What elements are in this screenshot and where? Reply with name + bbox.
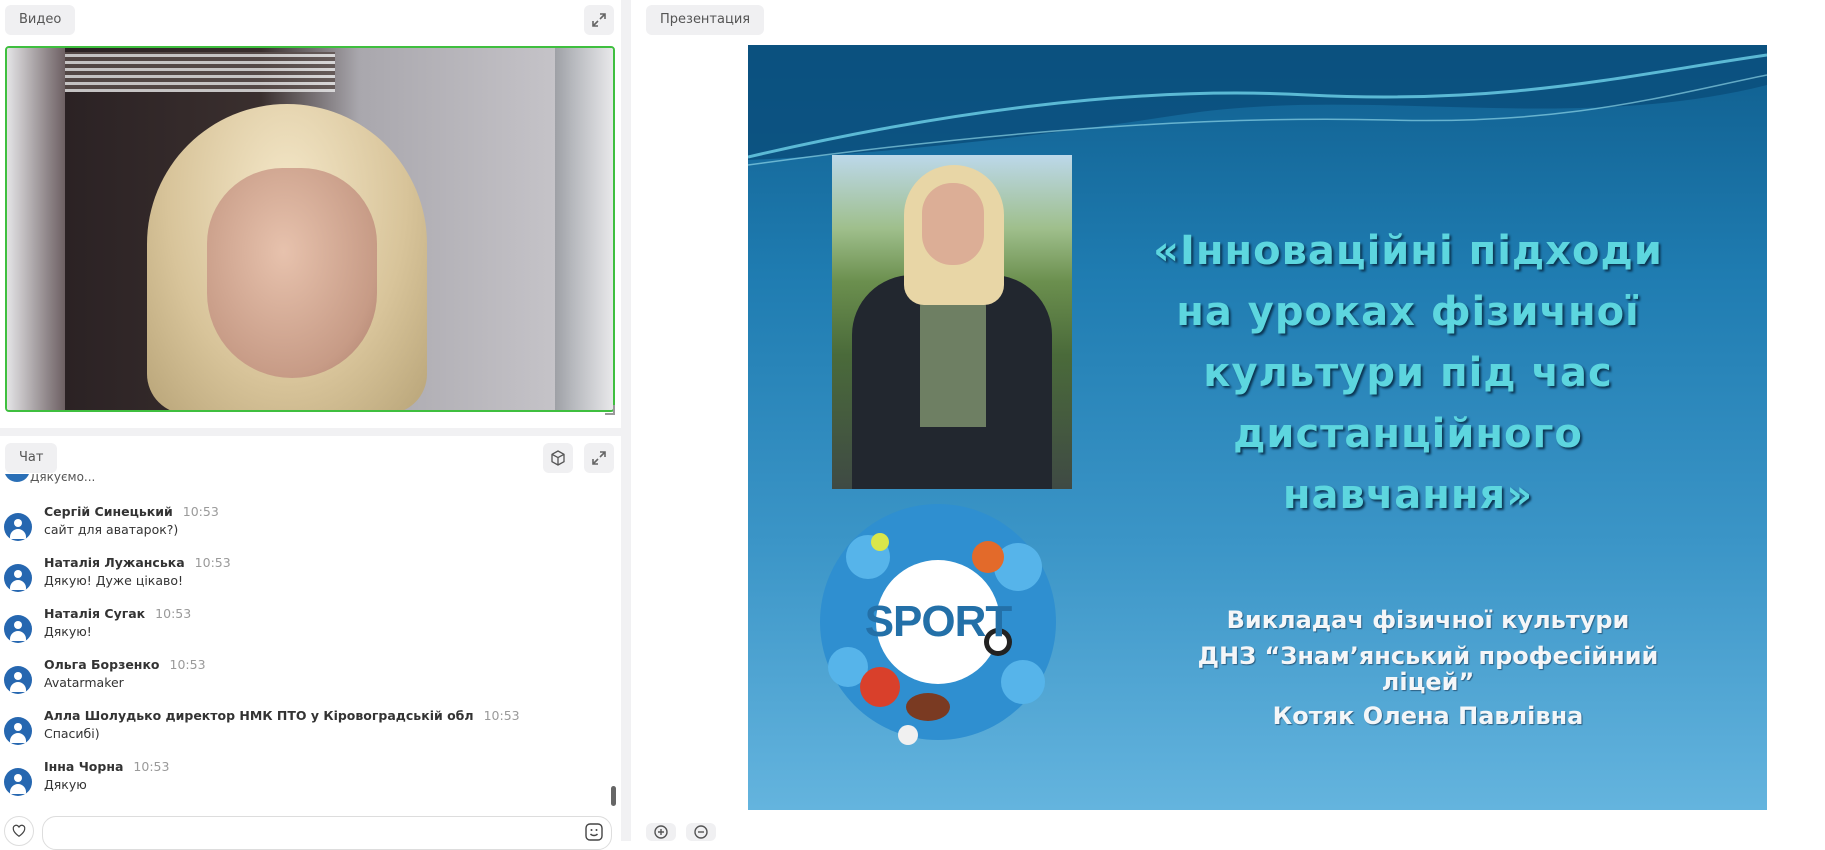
chat-message: Наталія Сугак 10:53 Дякую! (0, 603, 610, 647)
chat-message: Сергій Синецький 10:53 сайт для аватарок?… (0, 501, 610, 545)
avatar (4, 474, 30, 482)
chat-message-list[interactable]: Дякуємо... Сергій Синецький 10:53 сайт дл… (0, 474, 610, 801)
panel-divider[interactable] (0, 428, 621, 436)
chat-tab-label: Чат (19, 450, 44, 465)
chat-message: Наталія Лужанська 10:53 Дякую! Дуже цікав… (0, 552, 610, 596)
chat-cube-button[interactable] (543, 443, 573, 473)
zoom-out-icon (694, 825, 708, 839)
avatar (4, 768, 32, 796)
chat-input[interactable] (42, 816, 612, 850)
presentation-slide: SPORT «Інноваційні підходи на уроках фіз… (748, 45, 1767, 810)
presentation-tab-label: Презентация (660, 12, 751, 27)
slide-title-line: навчання» (1282, 472, 1534, 518)
video-shelf (65, 52, 335, 92)
video-resize-handle[interactable] (605, 405, 615, 415)
chat-text: Спасибі) (44, 726, 100, 741)
expand-icon (592, 451, 606, 465)
presentation-tab[interactable]: Презентация (646, 5, 765, 35)
video-blur-right (555, 48, 613, 410)
video-expand-button[interactable] (584, 5, 614, 35)
left-column: Видео Чат Дякуємо... Сергій Синецький 10:… (0, 0, 621, 850)
zoom-out-button[interactable] (686, 823, 716, 841)
zoom-in-icon (654, 825, 668, 839)
chat-expand-button[interactable] (584, 443, 614, 473)
slide-subtitle-line: ліцей” (1381, 668, 1475, 696)
avatar (4, 564, 32, 592)
cube-icon (551, 450, 565, 466)
chat-author: Наталія Лужанська 10:53 (44, 555, 231, 570)
chat-text: сайт для аватарок?) (44, 522, 179, 537)
chat-time: 10:53 (133, 759, 170, 774)
slide-subtitle-line: Котяк Олена Павлівна (1272, 702, 1584, 730)
chat-text: Avatarmaker (44, 675, 124, 690)
column-divider[interactable] (621, 0, 631, 841)
zoom-in-button[interactable] (646, 823, 676, 841)
chat-message: Ольга Борзенко 10:53 Avatarmaker (0, 654, 610, 698)
chat-time: 10:53 (182, 504, 219, 519)
chat-time: 10:53 (155, 606, 192, 621)
like-button[interactable] (4, 816, 34, 846)
video-tab[interactable]: Видео (5, 5, 76, 35)
avatar (4, 615, 32, 643)
chat-message: Алла Шолудько директор НМК ПТО у Кіровог… (0, 705, 610, 749)
video-blur-left (7, 48, 65, 410)
chat-author: Інна Чорна 10:53 (44, 759, 170, 774)
chat-scrollbar[interactable] (611, 786, 616, 806)
chat-tab[interactable]: Чат (5, 443, 58, 473)
video-person-face (207, 168, 377, 378)
chat-text: Дякую! Дуже цікаво! (44, 573, 184, 588)
chat-message: Інна Чорна 10:53 Дякую (0, 756, 610, 800)
slide-title-line: дистанційного (1233, 411, 1583, 457)
expand-icon (592, 13, 606, 27)
chat-time: 10:53 (169, 657, 206, 672)
slide-subtitle-line: Викладач фізичної культури (1226, 606, 1630, 634)
slide-photo (832, 155, 1072, 489)
chat-cut-off-message: Дякуємо... (30, 474, 96, 484)
chat-author: Алла Шолудько директор НМК ПТО у Кіровог… (44, 708, 520, 723)
heart-icon (12, 824, 26, 837)
sport-logo-text: SPORT (864, 597, 1013, 646)
video-tab-label: Видео (19, 12, 62, 27)
slide-title-line: на уроках фізичної (1176, 289, 1640, 335)
chat-author: Сергій Синецький 10:53 (44, 504, 219, 519)
slide-subtitle: Викладач фізичної культури ДНЗ “Знам’янс… (1138, 605, 1718, 731)
chat-input-row (0, 810, 621, 850)
chat-author: Ольга Борзенко 10:53 (44, 657, 206, 672)
slide-title-line: культури під час (1203, 350, 1613, 396)
emoji-button[interactable] (582, 820, 606, 844)
chat-text: Дякую (44, 777, 87, 792)
avatar (4, 666, 32, 694)
video-feed[interactable] (5, 46, 615, 412)
chat-text: Дякую! (44, 624, 92, 639)
slide-title: «Інноваційні підходи на уроках фізичної … (1078, 221, 1738, 526)
chat-time: 10:53 (194, 555, 231, 570)
slide-title-line: «Інноваційні підходи (1153, 228, 1663, 274)
avatar (4, 717, 32, 745)
avatar (4, 513, 32, 541)
chat-author: Наталія Сугак 10:53 (44, 606, 192, 621)
emoji-icon (585, 823, 603, 841)
chat-time: 10:53 (483, 708, 520, 723)
